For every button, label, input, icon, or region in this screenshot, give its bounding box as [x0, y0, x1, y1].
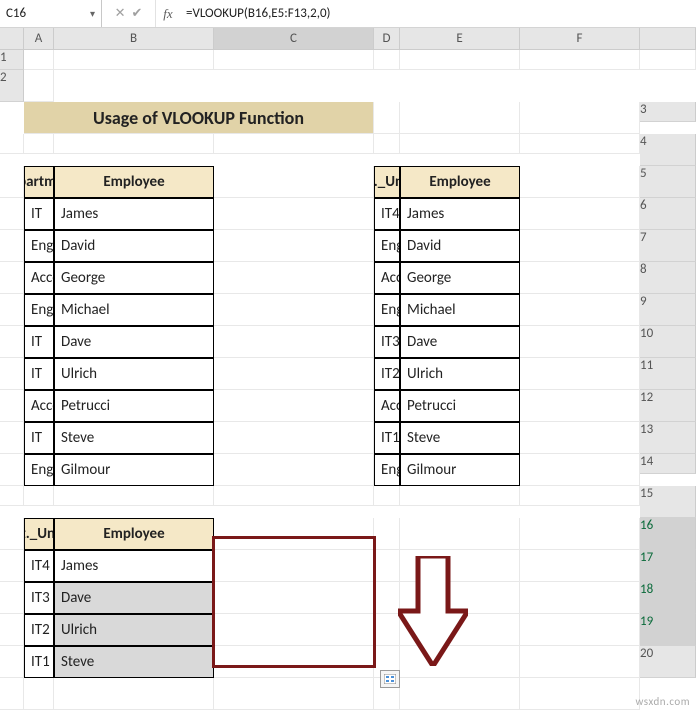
row-header[interactable]: 13: [640, 422, 696, 454]
col-B[interactable]: B: [54, 28, 214, 50]
row-header[interactable]: 16: [640, 518, 696, 550]
row-header[interactable]: 6: [640, 198, 696, 230]
formula-bar-buttons: ✕ ✔: [102, 0, 156, 27]
table-cell[interactable]: Dave: [54, 326, 214, 358]
table-cell[interactable]: IT1: [24, 646, 54, 678]
row-header[interactable]: 20: [640, 646, 696, 678]
table-header: Employee: [54, 518, 214, 550]
table-cell[interactable]: IT4: [24, 550, 54, 582]
table-cell[interactable]: Ulrich: [400, 358, 520, 390]
table-cell[interactable]: Engineering1: [374, 454, 400, 486]
table-cell[interactable]: IT: [24, 326, 54, 358]
table-cell[interactable]: Engineering3: [374, 230, 400, 262]
enter-icon[interactable]: ✔: [132, 6, 143, 21]
table-cell[interactable]: Accounting1: [374, 390, 400, 422]
table-cell[interactable]: IT2: [24, 614, 54, 646]
col-C[interactable]: C: [214, 28, 374, 50]
table-cell[interactable]: Accounting: [24, 262, 54, 294]
spreadsheet-grid[interactable]: A B C D E F 1 2 Usage of VLOOKUP Functio…: [0, 28, 696, 710]
table-cell[interactable]: Engineering: [24, 294, 54, 326]
table-cell[interactable]: Gilmour: [54, 454, 214, 486]
row-header[interactable]: 11: [640, 358, 696, 390]
col-overflow: [640, 28, 696, 50]
row-header[interactable]: 7: [640, 230, 696, 262]
table-header: Dept._Unique: [374, 166, 400, 198]
table-cell[interactable]: David: [400, 230, 520, 262]
autofill-options-button[interactable]: [380, 670, 400, 688]
row-header[interactable]: 10: [640, 326, 696, 358]
table-cell[interactable]: Accounting: [24, 390, 54, 422]
cancel-icon[interactable]: ✕: [115, 6, 126, 21]
table-header: Employee: [54, 166, 214, 198]
row-header[interactable]: 15: [640, 486, 696, 518]
table-cell[interactable]: Petrucci: [54, 390, 214, 422]
table-header: Dept._Unique: [24, 518, 54, 550]
table-cell[interactable]: James: [400, 198, 520, 230]
table-cell[interactable]: IT4: [374, 198, 400, 230]
page-title: Usage of VLOOKUP Function: [24, 102, 374, 134]
formula-bar-row: C16 ▾ ✕ ✔ fx =VLOOKUP(B16,E5:F13,2,0): [0, 0, 696, 28]
table-cell[interactable]: IT3: [374, 326, 400, 358]
table-cell[interactable]: Steve: [54, 646, 214, 678]
table-cell[interactable]: IT2: [374, 358, 400, 390]
column-headers[interactable]: A B C D E F: [0, 28, 696, 50]
row-header[interactable]: 14: [640, 454, 696, 474]
table-cell[interactable]: IT: [24, 358, 54, 390]
col-A[interactable]: A: [24, 28, 54, 50]
table-cell[interactable]: David: [54, 230, 214, 262]
row-header[interactable]: 2: [0, 70, 24, 102]
row-header[interactable]: 4: [640, 134, 696, 166]
table-header: Department: [24, 166, 54, 198]
row-header[interactable]: 19: [640, 614, 696, 646]
row-header[interactable]: 1: [0, 50, 24, 70]
table-cell[interactable]: Michael: [54, 294, 214, 326]
table-cell[interactable]: Ulrich: [54, 358, 214, 390]
table-cell[interactable]: James: [54, 198, 214, 230]
formula-text: =VLOOKUP(B16,E5:F13,2,0): [186, 6, 330, 21]
table-cell[interactable]: Engineering: [24, 454, 54, 486]
sheet-rows: 1 2 Usage of VLOOKUP Function 3 4 Depart…: [0, 50, 696, 710]
name-box[interactable]: C16 ▾: [0, 0, 102, 27]
col-D[interactable]: D: [374, 28, 400, 50]
table-cell[interactable]: IT: [24, 198, 54, 230]
table-cell[interactable]: Engineering: [24, 230, 54, 262]
table-cell[interactable]: IT1: [374, 422, 400, 454]
table-cell[interactable]: Dave: [400, 326, 520, 358]
table-cell[interactable]: Michael: [400, 294, 520, 326]
table-cell[interactable]: Engineering2: [374, 294, 400, 326]
table-cell[interactable]: Steve: [54, 422, 214, 454]
table-cell[interactable]: Dave: [54, 582, 214, 614]
table-cell[interactable]: Accounting2: [374, 262, 400, 294]
col-E[interactable]: E: [400, 28, 520, 50]
row-header[interactable]: 17: [640, 550, 696, 582]
table-cell[interactable]: Ulrich: [54, 614, 214, 646]
row-header[interactable]: 12: [640, 390, 696, 422]
row-header[interactable]: 9: [640, 294, 696, 326]
watermark: wsxdn.com: [636, 695, 690, 708]
table-cell[interactable]: Gilmour: [400, 454, 520, 486]
row-header[interactable]: 18: [640, 582, 696, 614]
table-cell[interactable]: Steve: [400, 422, 520, 454]
table-cell[interactable]: George: [54, 262, 214, 294]
chevron-down-icon[interactable]: ▾: [90, 7, 95, 20]
table-cell[interactable]: IT3: [24, 582, 54, 614]
formula-input[interactable]: =VLOOKUP(B16,E5:F13,2,0): [180, 0, 696, 27]
table-cell[interactable]: George: [400, 262, 520, 294]
table-cell[interactable]: James: [54, 550, 214, 582]
arrow-down-icon: [398, 556, 468, 666]
table-cell[interactable]: Petrucci: [400, 390, 520, 422]
table-header: Employee: [400, 166, 520, 198]
row-header[interactable]: 3: [640, 102, 696, 122]
table-cell[interactable]: IT: [24, 422, 54, 454]
fx-icon[interactable]: fx: [156, 0, 180, 27]
col-F[interactable]: F: [520, 28, 640, 50]
row-header[interactable]: 5: [640, 166, 696, 198]
select-all-corner[interactable]: [0, 28, 24, 50]
row-header[interactable]: 8: [640, 262, 696, 294]
name-box-value: C16: [6, 6, 26, 21]
